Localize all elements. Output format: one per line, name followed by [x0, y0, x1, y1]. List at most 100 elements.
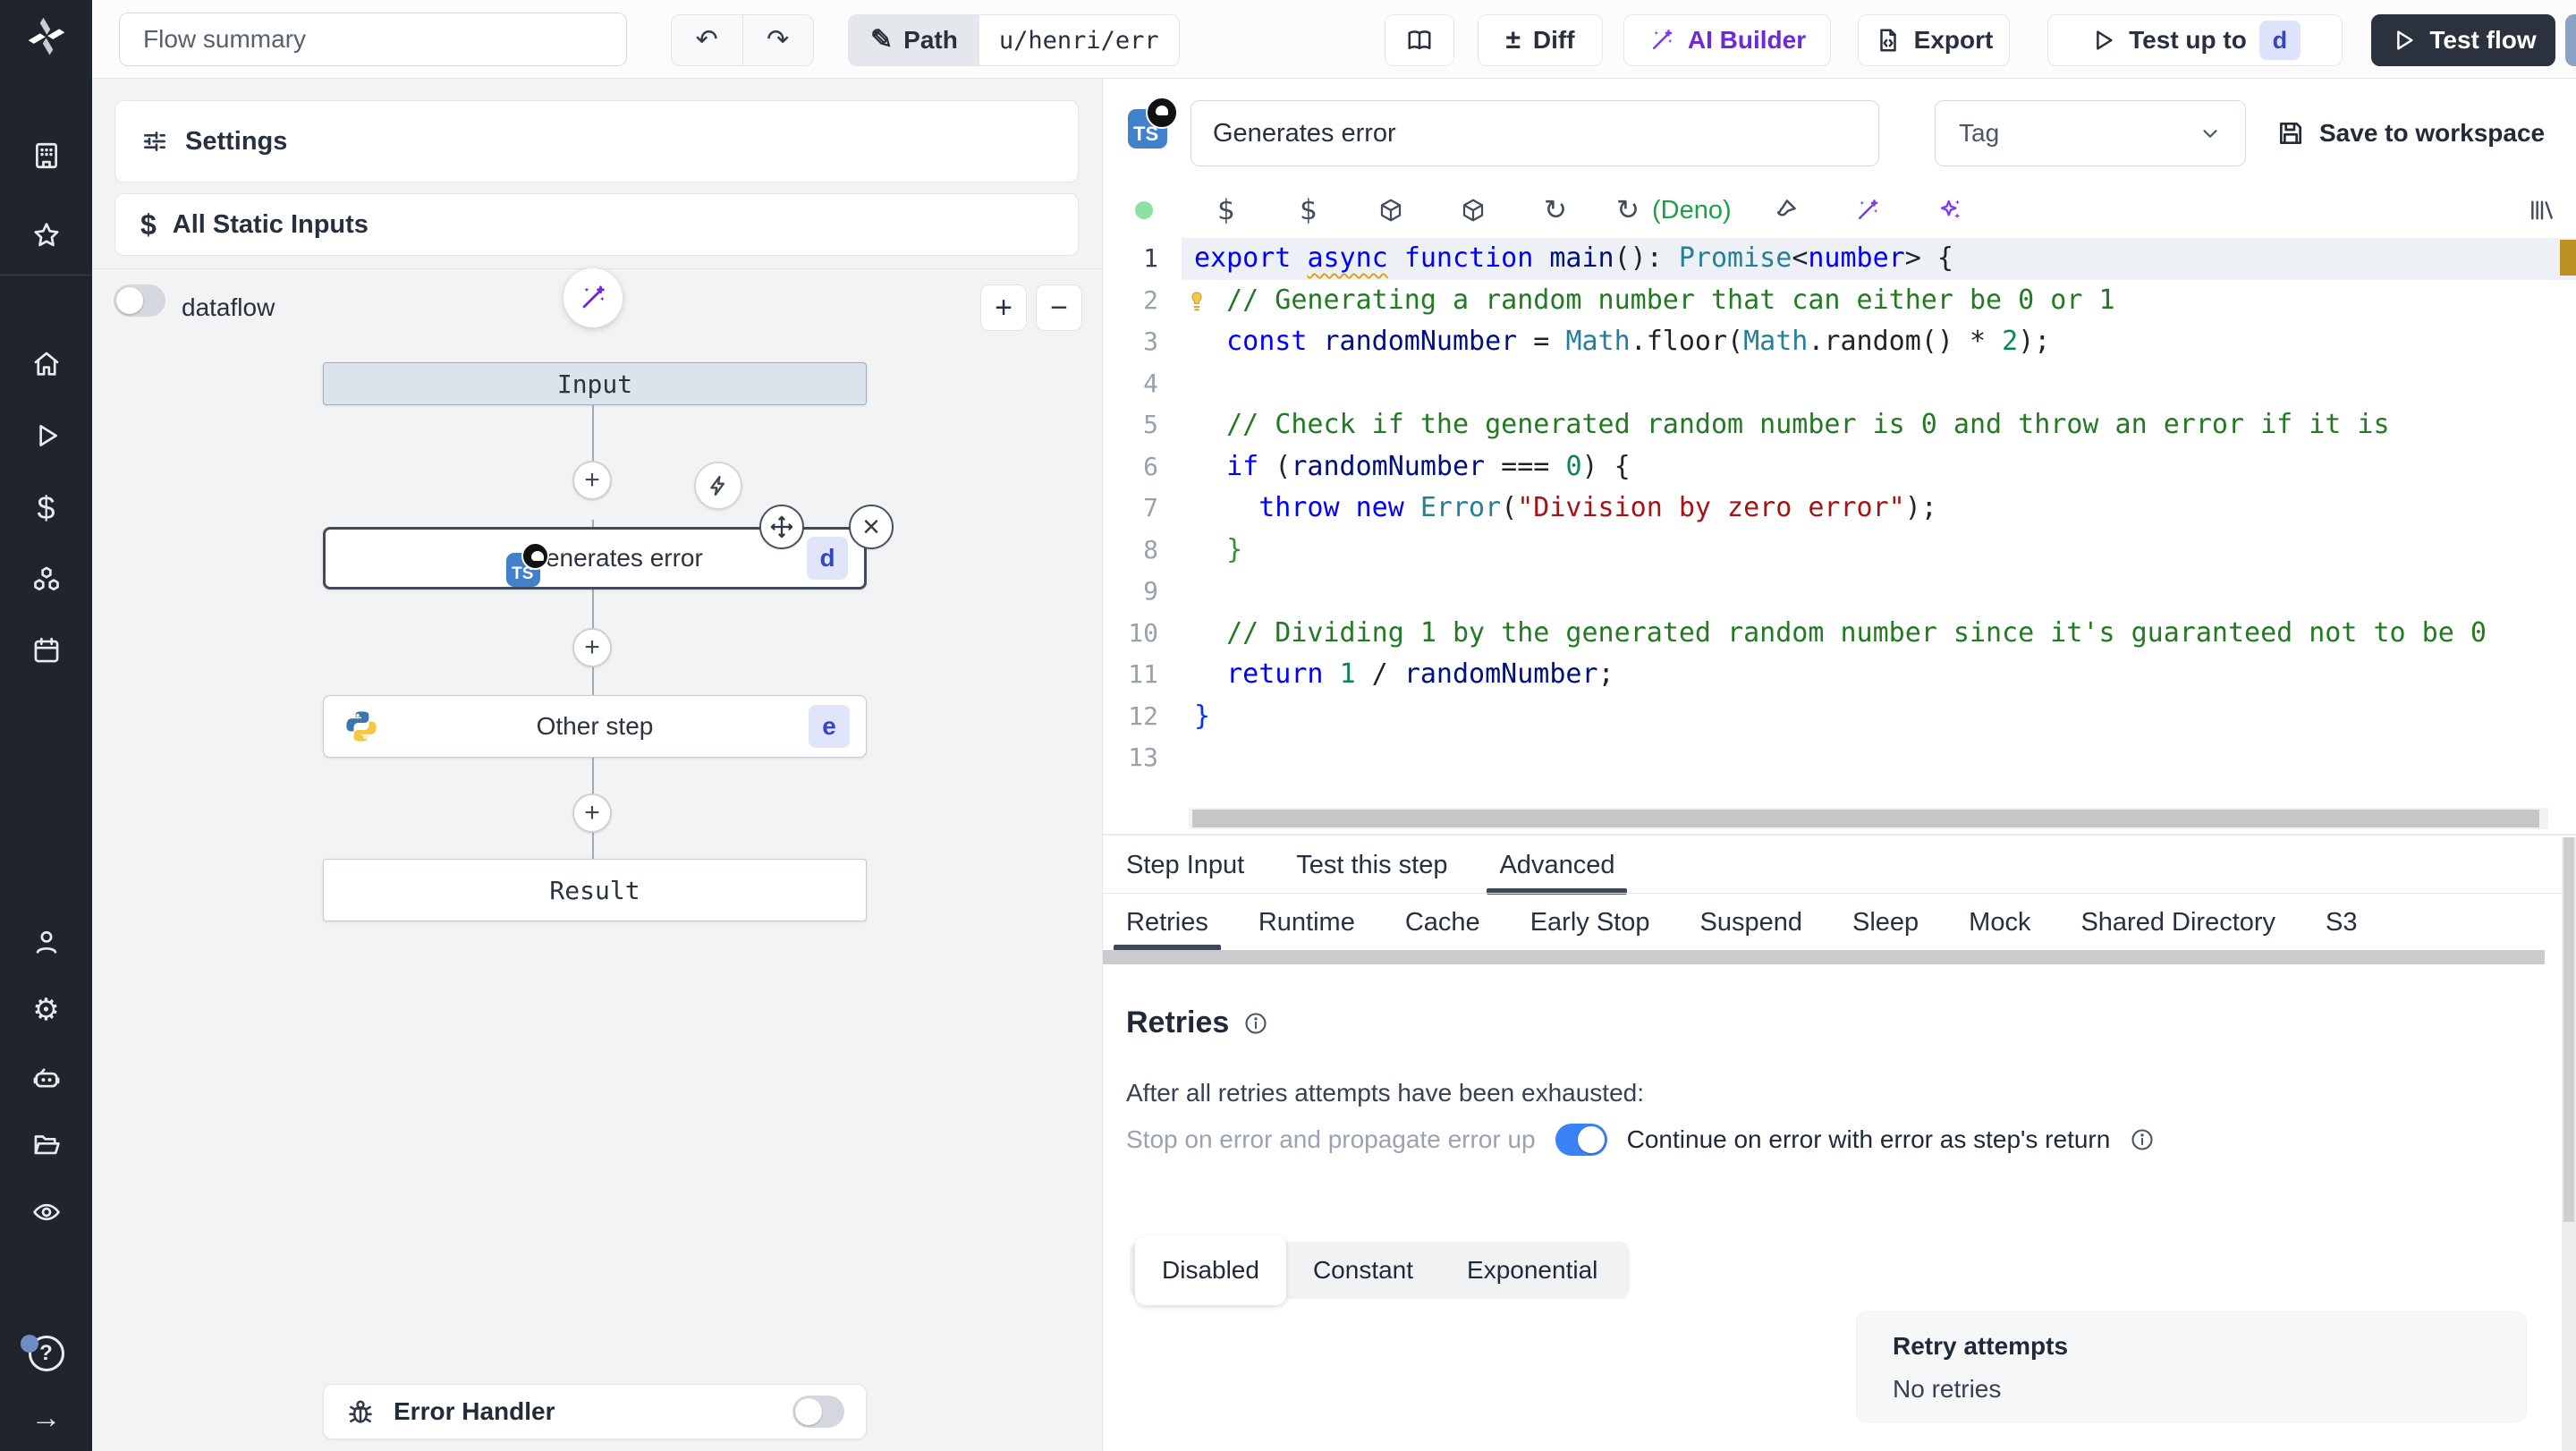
test-up-to-button[interactable]: Test up to d — [2047, 14, 2343, 66]
save-to-workspace-button[interactable]: Save to workspace — [2276, 107, 2545, 159]
info-icon[interactable] — [2130, 1127, 2155, 1152]
subtab-cache[interactable]: Cache — [1405, 895, 1480, 949]
package-button[interactable] — [1350, 197, 1432, 224]
reload-button[interactable]: ↻ — [1597, 194, 1659, 226]
sidebar-item-workers[interactable] — [0, 1049, 92, 1107]
code-line[interactable]: 1 export async function main(): Promise<n… — [1103, 238, 2576, 280]
sidebar-item-help[interactable]: ? — [0, 1325, 92, 1382]
code-line[interactable]: 6 if (randomNumber === 0) { — [1103, 446, 2576, 488]
lightbulb-icon[interactable] — [1183, 286, 1210, 313]
tab-step-input[interactable]: Step Input — [1126, 837, 1244, 893]
ai-generate-button[interactable] — [1909, 197, 1991, 224]
ai-builder-button[interactable]: AI Builder — [1623, 14, 1831, 66]
graph-node-generates-error[interactable]: TS Generates error d × — [323, 505, 894, 590]
delete-step-button[interactable]: × — [849, 505, 894, 549]
resources-button[interactable]: $ — [1267, 194, 1350, 226]
code-editor[interactable]: 1 export async function main(): Promise<n… — [1103, 238, 2576, 832]
code-line[interactable]: 10 // Dividing 1 by the generated random… — [1103, 613, 2576, 655]
code-line[interactable]: 4 — [1103, 363, 2576, 405]
editor-horizontal-scrollbar[interactable] — [1189, 808, 2548, 829]
code-line[interactable]: 13 — [1103, 737, 2576, 779]
code-line[interactable]: 11 return 1 / randomNumber; — [1103, 654, 2576, 696]
graph-node-other-step[interactable]: Other step e — [323, 695, 867, 758]
python-icon — [343, 709, 379, 744]
sidebar-item-collapse[interactable]: → — [0, 1389, 92, 1447]
diff-button[interactable]: ± Diff — [1478, 14, 1603, 66]
subtab-suspend[interactable]: Suspend — [1699, 895, 1802, 949]
subtab-sleep[interactable]: Sleep — [1852, 895, 1919, 949]
move-step-button[interactable] — [759, 505, 804, 549]
docs-button[interactable] — [1385, 14, 1454, 66]
step-name-input[interactable] — [1191, 100, 1879, 166]
graph-node-result[interactable]: Result — [323, 859, 867, 921]
subtabs-scrollbar[interactable] — [1103, 950, 2545, 964]
code-line[interactable]: 9 — [1103, 571, 2576, 613]
trigger-button[interactable] — [694, 462, 742, 510]
sidebar-item-resources[interactable] — [0, 551, 92, 608]
test-flow-button[interactable]: Test flow — [2371, 14, 2555, 66]
info-icon[interactable] — [1243, 1011, 1268, 1036]
retry-mode-disabled[interactable]: Disabled — [1135, 1235, 1286, 1305]
sidebar-item-variables[interactable]: $ — [0, 479, 92, 537]
library-panel-button[interactable] — [2528, 184, 2556, 236]
typescript-deno-icon: TS — [1128, 97, 1178, 148]
all-static-inputs-button[interactable]: $ All Static Inputs — [114, 193, 1079, 256]
code-line[interactable]: 12} — [1103, 696, 2576, 738]
undo-button[interactable]: ↶ — [672, 15, 742, 65]
subtab-early-stop[interactable]: Early Stop — [1530, 895, 1650, 949]
code-line[interactable]: 7 throw new Error("Division by zero erro… — [1103, 488, 2576, 530]
code-line[interactable]: 5 // Check if the generated random numbe… — [1103, 404, 2576, 446]
dataflow-toggle[interactable] — [114, 284, 165, 317]
retry-mode-exponential[interactable]: Exponential — [1440, 1242, 1624, 1299]
continue-on-error-toggle[interactable] — [1555, 1124, 1607, 1156]
subtab-retries[interactable]: Retries — [1114, 895, 1221, 951]
sidebar-item-schedules[interactable] — [0, 622, 92, 679]
error-handler-row[interactable]: Error Handler — [323, 1384, 867, 1439]
format-button[interactable] — [1744, 197, 1826, 224]
zoom-in-button[interactable]: + — [980, 284, 1027, 331]
sidebar-item-audit-logs[interactable] — [0, 1184, 92, 1241]
tab-test-this-step[interactable]: Test this step — [1296, 837, 1447, 893]
add-step-button[interactable]: + — [572, 461, 612, 500]
continue-on-error-option[interactable]: Continue on error with error as step's r… — [1627, 1125, 2111, 1154]
sidebar-item-favorites[interactable] — [0, 207, 92, 264]
tag-select[interactable]: Tag — [1935, 100, 2246, 166]
subtab-s3[interactable]: S3 — [2326, 895, 2357, 949]
ai-flow-wand-button[interactable] — [564, 268, 623, 327]
code-line[interactable]: 3 const randomNumber = Math.floor(Math.r… — [1103, 321, 2576, 363]
sidebar-item-folders[interactable] — [0, 1116, 92, 1173]
sidebar-item-settings[interactable]: ⚙ — [0, 981, 92, 1039]
flow-summary-input[interactable] — [119, 13, 627, 66]
sidebar-item-users[interactable] — [0, 913, 92, 971]
subtab-shared-directory[interactable]: Shared Directory — [2080, 895, 2275, 949]
tab-advanced[interactable]: Advanced — [1487, 837, 1628, 895]
export-button[interactable]: Export — [1858, 14, 2010, 66]
flow-settings-button[interactable]: Settings — [114, 100, 1079, 182]
code-line[interactable]: 8 } — [1103, 530, 2576, 572]
graph-node-input[interactable]: Input — [323, 362, 867, 405]
advanced-subtabs: Retries Runtime Cache Early Stop Suspend Slee… — [1114, 895, 2358, 951]
add-step-button[interactable]: + — [572, 628, 612, 667]
subtab-runtime[interactable]: Runtime — [1258, 895, 1355, 949]
retry-mode-constant[interactable]: Constant — [1286, 1242, 1440, 1299]
code-line[interactable]: 2 // Generating a random number that can… — [1103, 280, 2576, 322]
add-step-button[interactable]: + — [572, 793, 612, 833]
redo-button[interactable]: ↷ — [741, 15, 814, 65]
ai-fix-button[interactable] — [1826, 197, 1909, 224]
panel-vertical-scrollbar[interactable] — [2562, 837, 2576, 1451]
windmill-logo-icon[interactable] — [0, 7, 92, 68]
variables-button[interactable]: $ — [1185, 194, 1267, 226]
error-handler-toggle[interactable] — [792, 1396, 844, 1428]
offscreen-button[interactable] — [2565, 14, 2576, 66]
reload-button[interactable]: ↻ — [1514, 194, 1597, 226]
sidebar-item-workspace[interactable] — [0, 127, 92, 184]
package-button[interactable] — [1432, 197, 1514, 224]
line-number: 9 — [1143, 576, 1158, 606]
zoom-out-button[interactable]: − — [1036, 284, 1082, 331]
stop-on-error-option[interactable]: Stop on error and propagate error up — [1126, 1125, 1536, 1154]
path-button[interactable]: ✎ Path u/henri/err — [848, 14, 1180, 66]
sidebar-item-home[interactable] — [0, 335, 92, 393]
subtab-mock[interactable]: Mock — [1969, 895, 2030, 949]
magic-wand-icon — [1652, 30, 1673, 49]
sidebar-item-runs[interactable] — [0, 407, 92, 464]
